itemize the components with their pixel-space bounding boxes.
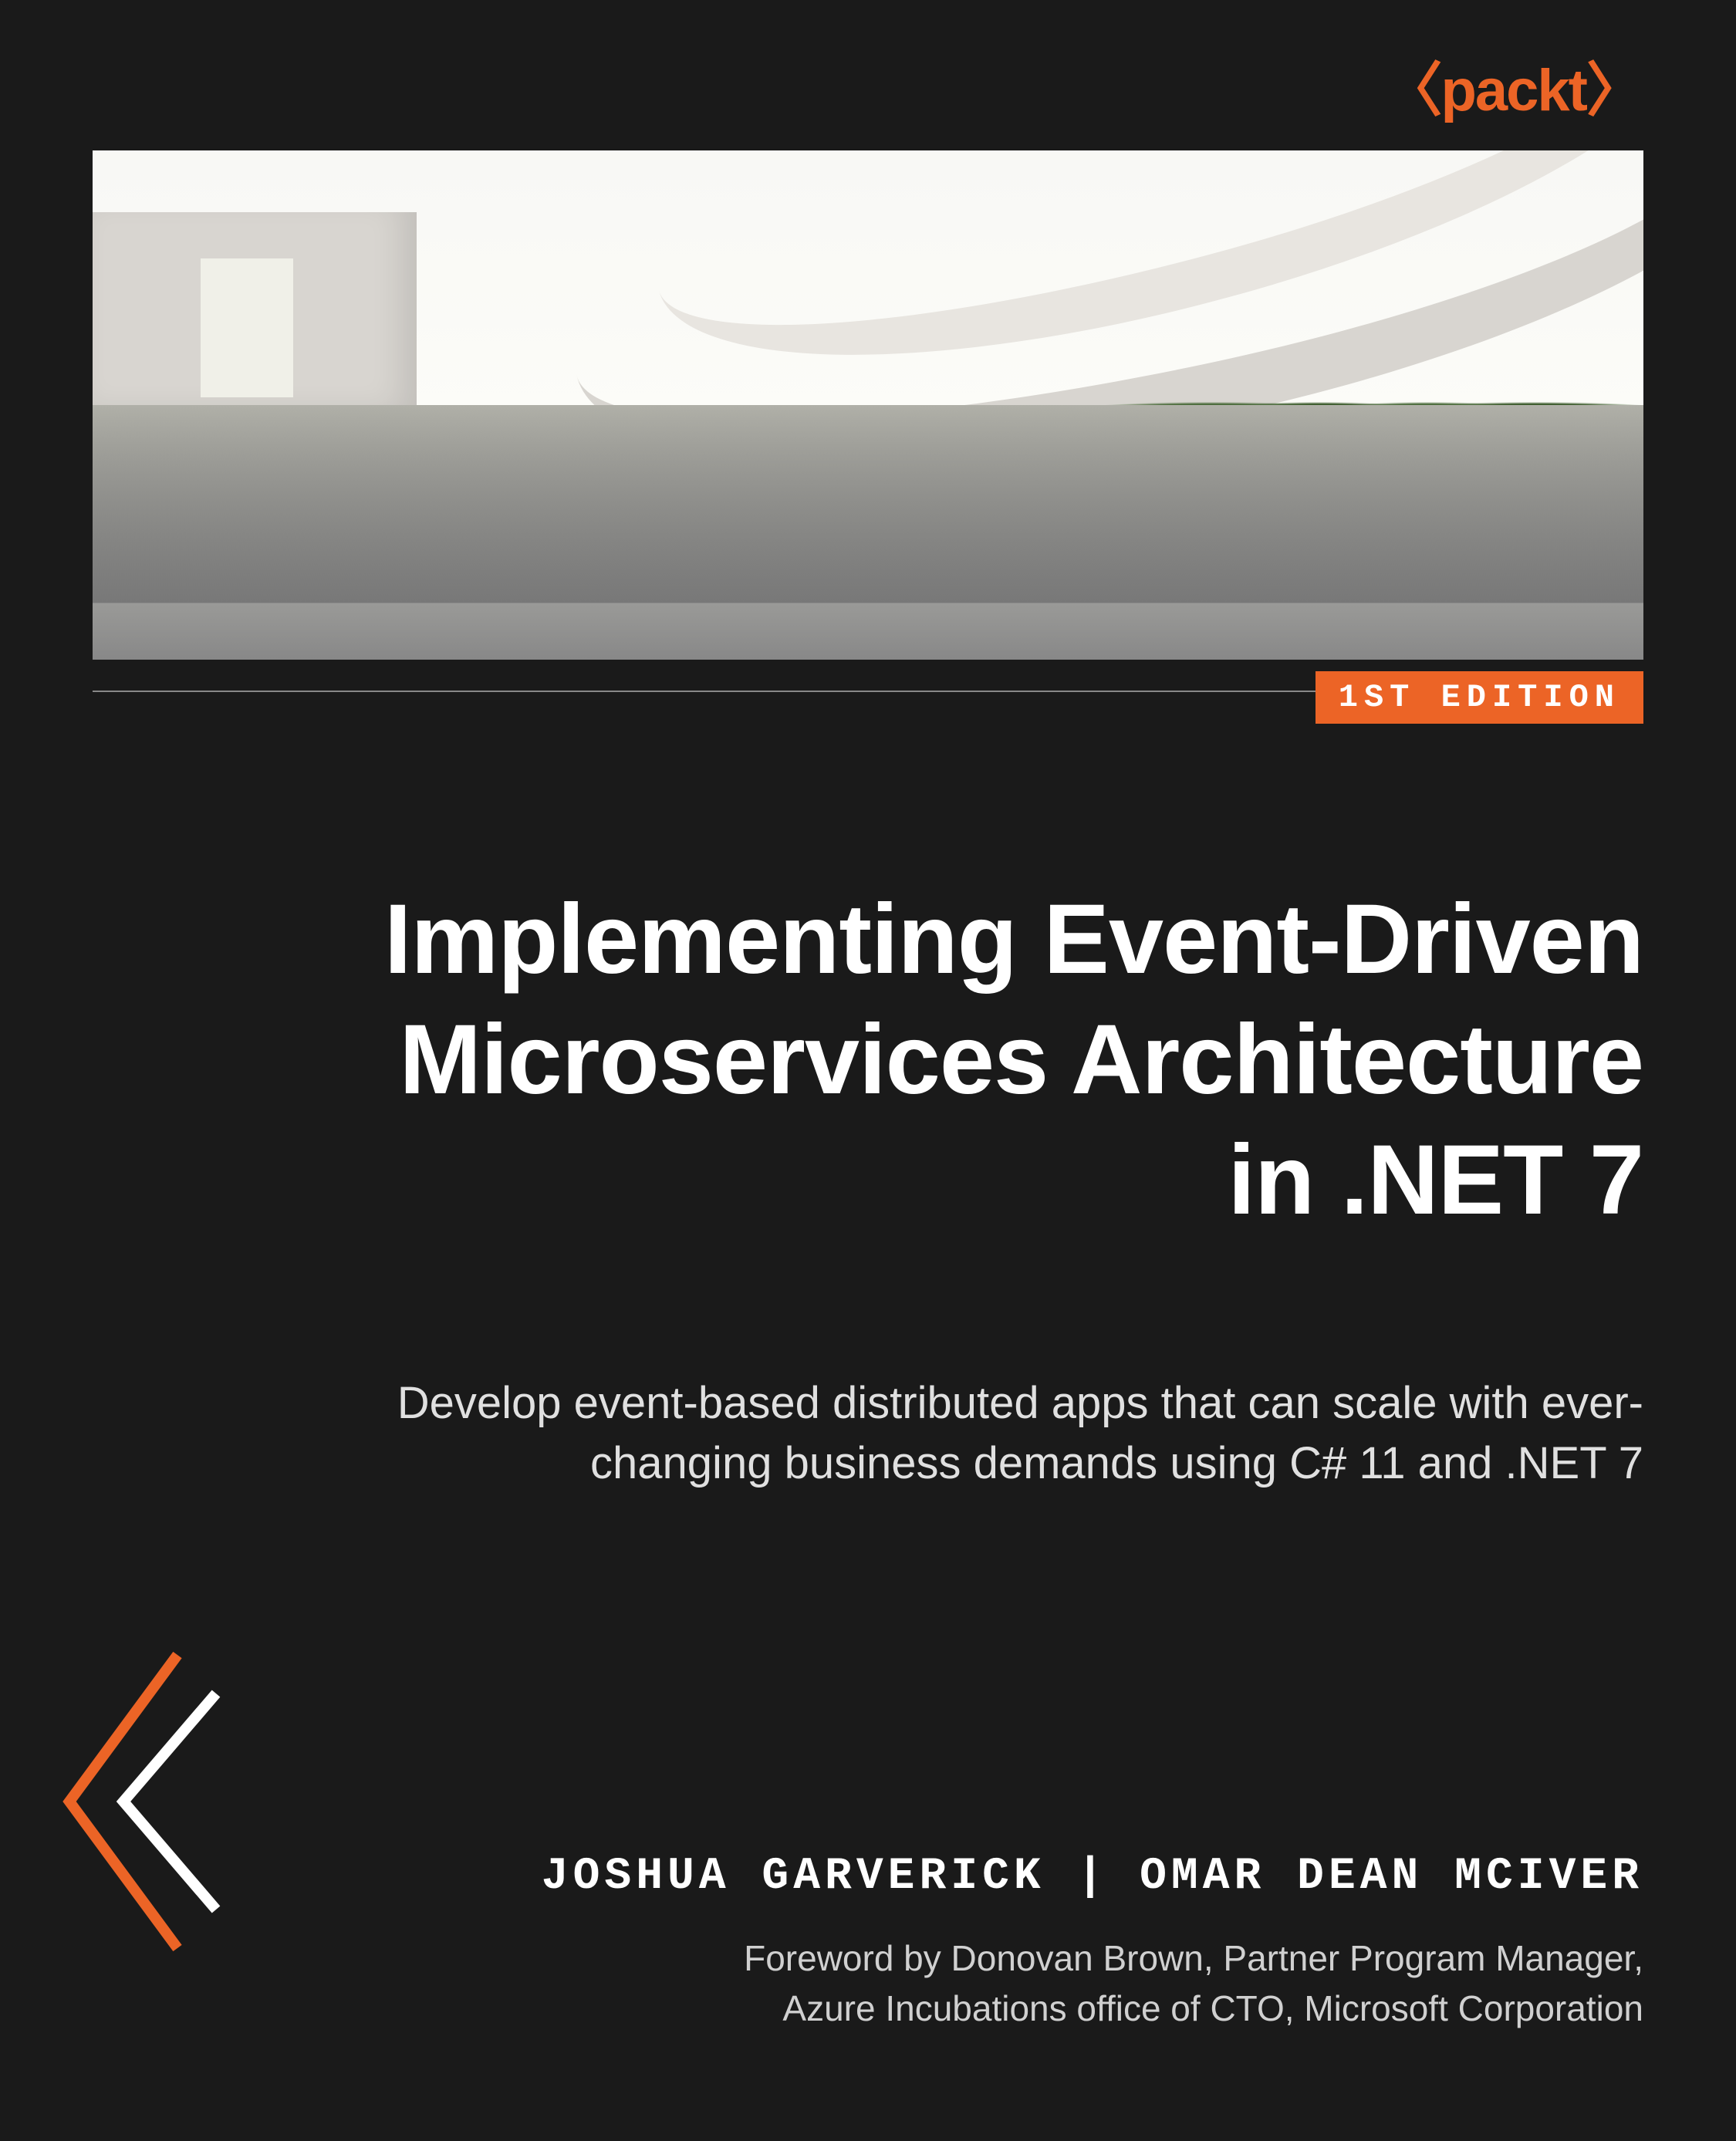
foreword-credit: Foreword by Donovan Brown, Partner Progr… bbox=[744, 1933, 1643, 2033]
author-1: JOSHUA GARVERICK bbox=[542, 1852, 1045, 1902]
chevron-icon bbox=[39, 1640, 239, 1964]
cover-image bbox=[93, 150, 1643, 660]
foreword-line-2: Azure Incubations office of CTO, Microso… bbox=[782, 1988, 1643, 2028]
publisher-logo: 〈packt〉 bbox=[1383, 42, 1643, 127]
title-line-3: in .NET 7 bbox=[1228, 1125, 1643, 1235]
authors: JOSHUA GARVERICK | OMAR DEAN MCIVER bbox=[542, 1852, 1643, 1902]
author-2: OMAR DEAN MCIVER bbox=[1140, 1852, 1643, 1902]
book-title: Implementing Event-Driven Microservices … bbox=[93, 880, 1643, 1241]
foreword-line-1: Foreword by Donovan Brown, Partner Progr… bbox=[744, 1938, 1643, 1978]
title-line-2: Microservices Architecture bbox=[399, 1005, 1643, 1115]
title-line-1: Implementing Event-Driven bbox=[384, 884, 1643, 995]
edition-badge: 1ST EDITION bbox=[1316, 671, 1643, 724]
book-subtitle: Develop event-based distributed apps tha… bbox=[255, 1373, 1643, 1494]
author-separator: | bbox=[1045, 1852, 1140, 1902]
